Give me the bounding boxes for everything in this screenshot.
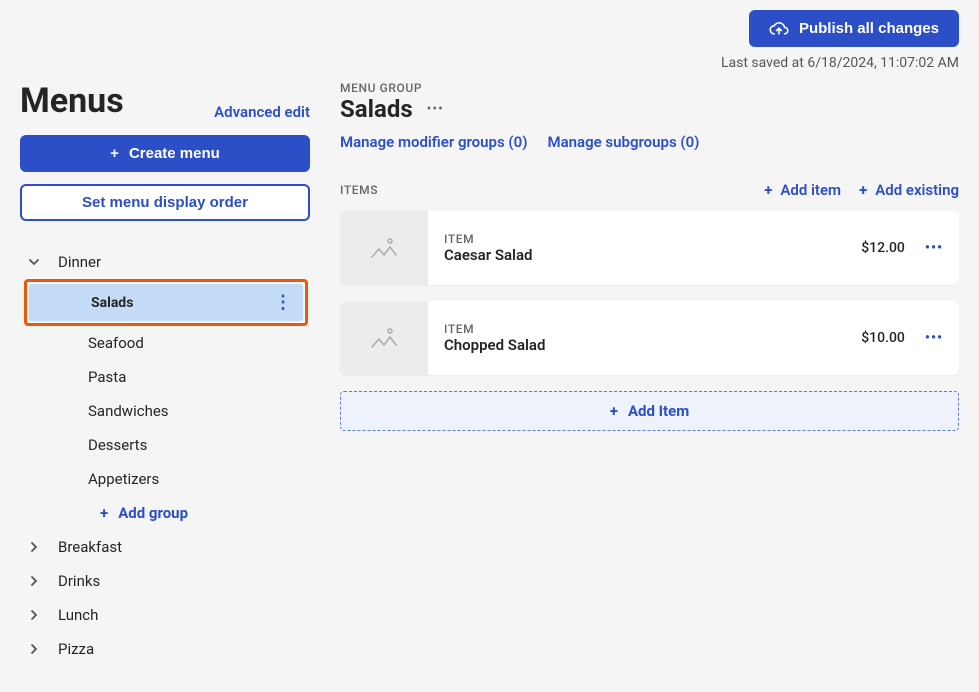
item-name: Caesar Salad (444, 246, 532, 264)
group-label: Pasta (88, 368, 126, 386)
add-item-button-label: Add Item (628, 402, 689, 420)
publish-all-changes-button[interactable]: Publish all changes (749, 10, 959, 47)
item-meta: ITEM (444, 322, 545, 336)
last-saved-text: Last saved at 6/18/2024, 11:07:02 AM (721, 55, 959, 71)
item-price: $12.00 (861, 240, 905, 256)
set-display-order-button[interactable]: Set menu display order (20, 184, 310, 221)
image-placeholder-icon (340, 301, 428, 375)
chevron-down-icon (24, 256, 44, 268)
add-item-text: Add item (780, 181, 841, 199)
cloud-upload-icon (769, 21, 789, 37)
plus-icon: + (100, 504, 108, 522)
item-name: Chopped Salad (444, 336, 545, 354)
plus-icon: + (764, 181, 772, 199)
menu-tree: Dinner Salads ⋮ Seafood Pasta Sandwiches… (20, 245, 310, 666)
tree-item-label: Dinner (58, 253, 101, 271)
add-group-label: Add group (118, 504, 188, 522)
group-item-desserts[interactable]: Desserts (20, 428, 310, 462)
selected-highlight: Salads ⋮ (24, 279, 308, 326)
chevron-right-icon (24, 541, 44, 553)
main-panel: MENU GROUP Salads ••• Manage modifier gr… (340, 81, 959, 666)
chevron-right-icon (24, 609, 44, 621)
add-item-dashed-button[interactable]: + Add Item (340, 391, 959, 431)
item-meta: ITEM (444, 232, 532, 246)
tree-item-lunch[interactable]: Lunch (20, 598, 310, 632)
tree-item-pizza[interactable]: Pizza (20, 632, 310, 666)
tree-item-breakfast[interactable]: Breakfast (20, 530, 310, 564)
create-menu-button[interactable]: + Create menu (20, 135, 310, 172)
menu-group-meta: MENU GROUP (340, 81, 959, 95)
create-menu-label: Create menu (129, 145, 220, 162)
image-placeholder-icon (340, 211, 428, 285)
manage-subgroups-link[interactable]: Manage subgroups (0) (547, 133, 699, 151)
group-item-pasta[interactable]: Pasta (20, 360, 310, 394)
group-label: Sandwiches (88, 402, 169, 420)
group-item-appetizers[interactable]: Appetizers (20, 462, 310, 496)
chevron-right-icon (24, 643, 44, 655)
item-price: $10.00 (861, 330, 905, 346)
sidebar: Menus Advanced edit + Create menu Set me… (20, 81, 310, 666)
group-label: Seafood (88, 334, 144, 352)
chevron-right-icon (24, 575, 44, 587)
group-item-salads[interactable]: Salads ⋮ (29, 284, 303, 321)
plus-icon: + (610, 402, 618, 420)
add-existing-link[interactable]: + Add existing (859, 181, 959, 199)
group-item-seafood[interactable]: Seafood (20, 326, 310, 360)
group-label: Desserts (88, 436, 147, 454)
tree-item-dinner[interactable]: Dinner (20, 245, 310, 279)
tree-item-drinks[interactable]: Drinks (20, 564, 310, 598)
add-group-button[interactable]: + Add group (20, 496, 310, 530)
tree-item-label: Pizza (58, 640, 94, 658)
add-item-link[interactable]: + Add item (764, 181, 841, 199)
add-existing-text: Add existing (875, 181, 959, 199)
item-kebab-icon[interactable]: ••• (925, 240, 943, 256)
group-label: Salads (91, 295, 133, 311)
plus-icon: + (110, 145, 119, 162)
item-card[interactable]: ITEM Caesar Salad $12.00 ••• (340, 211, 959, 285)
tree-item-label: Breakfast (58, 538, 122, 556)
group-label: Appetizers (88, 470, 159, 488)
tree-item-label: Lunch (58, 606, 98, 624)
items-section-label: ITEMS (340, 183, 378, 197)
menu-group-kebab-icon[interactable]: ••• (427, 101, 444, 117)
tree-item-label: Drinks (58, 572, 100, 590)
plus-icon: + (859, 181, 867, 199)
item-card[interactable]: ITEM Chopped Salad $10.00 ••• (340, 301, 959, 375)
manage-modifier-groups-link[interactable]: Manage modifier groups (0) (340, 133, 527, 151)
advanced-edit-link[interactable]: Advanced edit (214, 103, 310, 121)
kebab-menu-icon[interactable]: ⋮ (273, 292, 293, 313)
item-kebab-icon[interactable]: ••• (925, 330, 943, 346)
page-title: Menus (20, 81, 124, 121)
publish-label: Publish all changes (799, 20, 939, 37)
group-item-sandwiches[interactable]: Sandwiches (20, 394, 310, 428)
menu-group-heading: Salads (340, 95, 413, 123)
